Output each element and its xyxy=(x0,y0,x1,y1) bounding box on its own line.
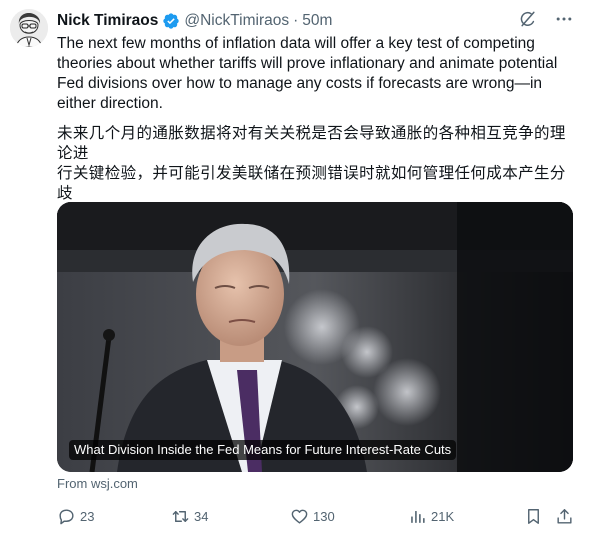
link-card-title[interactable]: What Division Inside the Fed Means for F… xyxy=(69,440,457,460)
grok-icon[interactable] xyxy=(518,9,538,29)
reply-button[interactable]: 23 xyxy=(57,503,94,529)
like-button[interactable]: 130 xyxy=(290,503,335,529)
more-icon[interactable] xyxy=(554,9,574,29)
like-count: 130 xyxy=(313,508,335,524)
bookmark-icon xyxy=(528,508,539,524)
views-count: 21K xyxy=(431,508,455,524)
tweet-timestamp[interactable]: 50m xyxy=(302,12,332,30)
article-photo-image xyxy=(57,202,573,472)
views-button[interactable]: 21K xyxy=(408,503,454,529)
tweet-text-english: The next few months of inflation data wi… xyxy=(57,35,558,112)
avatar-sketch-image xyxy=(10,9,48,47)
author-name[interactable]: Nick Timiraos xyxy=(57,12,158,30)
tweet-header: Nick Timiraos @NickTimiraos · 50m xyxy=(57,10,332,32)
like-icon xyxy=(291,509,308,524)
reply-count: 23 xyxy=(80,508,95,524)
verified-badge-icon xyxy=(162,12,180,30)
link-source[interactable]: From wsj.com xyxy=(57,476,138,491)
avatar[interactable] xyxy=(10,9,48,47)
reply-icon xyxy=(59,508,74,524)
bookmark-button[interactable] xyxy=(524,503,543,529)
author-handle[interactable]: @NickTimiraos xyxy=(184,12,289,30)
views-icon xyxy=(411,510,425,523)
share-button[interactable] xyxy=(555,503,574,529)
separator-dot: · xyxy=(293,12,299,29)
repost-icon xyxy=(172,510,189,522)
link-card[interactable]: What Division Inside the Fed Means for F… xyxy=(57,202,573,472)
tweet-top-actions xyxy=(518,9,574,29)
repost-count: 34 xyxy=(194,508,209,524)
repost-button[interactable]: 34 xyxy=(171,503,208,529)
share-icon xyxy=(557,508,572,524)
tweet: Nick Timiraos @NickTimiraos · 50m The ne… xyxy=(0,0,590,538)
tweet-actions-bar: 23 34 130 21K xyxy=(57,503,577,529)
